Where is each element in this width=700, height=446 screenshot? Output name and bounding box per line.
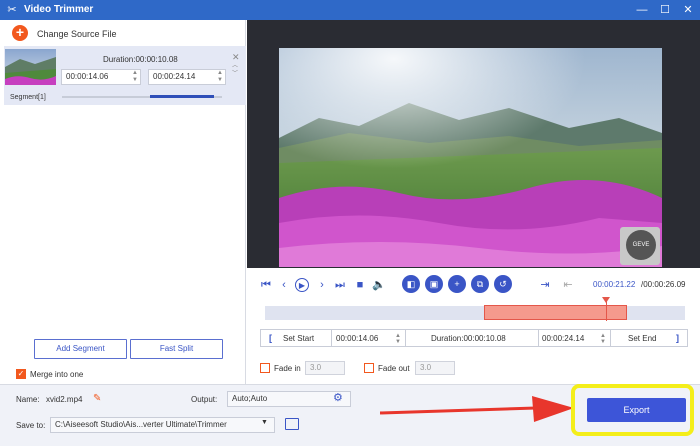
segment-start-field[interactable]: 00:00:14.06	[61, 69, 141, 85]
skip-end-icon[interactable]: ⏭	[333, 278, 347, 292]
trim-duration: Duration:00:00:10.08	[431, 334, 506, 343]
add-icon[interactable]: +	[448, 275, 466, 293]
segment-end-field[interactable]: 00:00:24.14	[148, 69, 226, 85]
chevron-down-icon[interactable]: ﹀	[232, 71, 238, 78]
trim-start-field[interactable]: 00:00:14.06	[336, 334, 378, 343]
title-bar: ✂ Video Trimmer — ☐ ✕	[0, 0, 700, 20]
duplicate-icon[interactable]: ⧉	[471, 275, 489, 293]
next-frame-icon[interactable]: ›	[315, 278, 329, 292]
fast-split-button[interactable]: Fast Split	[130, 339, 223, 359]
divider	[405, 330, 406, 346]
total-time: /00:00:26.09	[641, 280, 686, 289]
chevron-up-icon[interactable]: ▲	[217, 70, 223, 77]
volume-icon[interactable]: 🔈	[372, 278, 386, 292]
bracket-left-icon[interactable]: [	[269, 333, 272, 343]
scissors-icon: ✂	[7, 4, 17, 16]
watermark-logo: GEVE	[626, 230, 656, 260]
plus-icon[interactable]: +	[12, 25, 28, 41]
gear-icon[interactable]: ⚙	[333, 391, 343, 404]
chevron-down-icon[interactable]: ▼	[132, 77, 138, 84]
copy-segment-icon[interactable]: ▣	[425, 275, 443, 293]
segment-cut-icon[interactable]: ◧	[402, 275, 420, 293]
merge-label: Merge into one	[30, 370, 84, 379]
minimize-button[interactable]: —	[634, 2, 650, 18]
set-end-icon[interactable]: ⇤	[561, 278, 575, 292]
export-highlight-frame	[571, 384, 694, 436]
divider	[610, 330, 611, 346]
save-to-label: Save to:	[16, 421, 46, 430]
dropdown-arrow-icon[interactable]: ▼	[261, 419, 268, 426]
bracket-right-icon[interactable]: ]	[676, 333, 679, 343]
fade-in-field[interactable]: 3.0	[305, 361, 345, 375]
merge-checkbox[interactable]: ✓	[16, 369, 26, 379]
fade-out-checkbox[interactable]	[364, 363, 374, 373]
skip-start-icon[interactable]: ⏮	[259, 278, 273, 292]
close-button[interactable]: ✕	[680, 2, 696, 18]
chevron-down-icon[interactable]: ▼	[600, 339, 606, 346]
close-icon[interactable]: ✕	[232, 52, 240, 63]
segment-range-fill	[150, 95, 214, 98]
annotation-arrow-icon	[380, 396, 574, 422]
fade-in-label: Fade in	[274, 364, 301, 373]
playhead-marker-icon[interactable]	[602, 297, 610, 303]
chevron-up-icon[interactable]: ▲	[132, 70, 138, 77]
previous-frame-icon[interactable]: ‹	[277, 278, 291, 292]
fade-out-field[interactable]: 3.0	[415, 361, 455, 375]
save-path-field[interactable]: C:\Aiseesoft Studio\Ais...verter Ultimat…	[50, 417, 275, 433]
file-name: xvid2.mp4	[46, 395, 83, 404]
edit-pencil-icon[interactable]: ✎	[93, 393, 101, 404]
fade-out-label: Fade out	[378, 364, 410, 373]
chevron-up-icon[interactable]: ︿	[232, 63, 238, 70]
name-label: Name:	[16, 395, 40, 404]
window-title: Video Trimmer	[24, 4, 94, 15]
fade-in-checkbox[interactable]	[260, 363, 270, 373]
change-source-file-button[interactable]: Change Source File	[37, 29, 117, 39]
segment-label: Segment[1]	[10, 94, 46, 101]
output-label: Output:	[191, 395, 218, 404]
reset-icon[interactable]: ↺	[494, 275, 512, 293]
chevron-down-icon[interactable]: ▼	[395, 339, 401, 346]
set-end-button[interactable]: Set End	[628, 334, 656, 343]
add-segment-button[interactable]: Add Segment	[34, 339, 127, 359]
video-preview	[279, 48, 662, 267]
set-start-button[interactable]: Set Start	[283, 334, 314, 343]
trim-end-field[interactable]: 00:00:24.14	[542, 334, 584, 343]
play-button[interactable]: ▶	[295, 278, 309, 292]
maximize-button[interactable]: ☐	[657, 2, 673, 18]
current-time: 00:00:21.22	[593, 280, 636, 289]
divider	[331, 330, 332, 346]
segment-duration: Duration:00:00:10.08	[103, 55, 178, 64]
stop-icon[interactable]: ■	[353, 278, 367, 292]
divider	[538, 330, 539, 346]
chevron-down-icon[interactable]: ▼	[217, 77, 223, 84]
folder-icon[interactable]	[285, 418, 299, 430]
segment-thumbnail	[5, 49, 56, 85]
set-start-icon[interactable]: ⇥	[538, 278, 552, 292]
